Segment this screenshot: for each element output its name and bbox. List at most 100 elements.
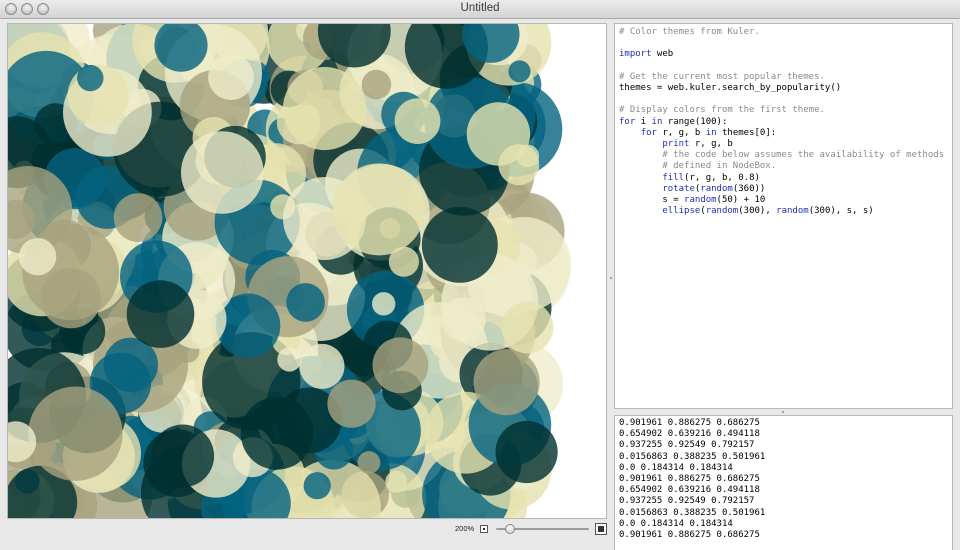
code-token: # the code below assumes the availabilit… <box>619 150 945 161</box>
code-token: r, g, b <box>656 127 706 138</box>
output-line: 0.901961 0.886275 0.686275 <box>619 474 760 484</box>
ellipse-shape <box>299 343 345 389</box>
code-token: (300), <box>738 206 777 217</box>
ellipse-shape <box>126 280 195 348</box>
code-token: random <box>705 206 739 217</box>
code-line: # Display colors from the first theme. <box>619 105 825 116</box>
ellipse-shape <box>286 283 325 322</box>
ellipse-shape <box>385 470 408 493</box>
output-line: 0.901961 0.886275 0.686275 <box>619 418 760 428</box>
ellipse-shape <box>357 451 381 474</box>
ellipse-artwork <box>8 24 572 518</box>
code-token: for <box>640 127 657 138</box>
code-token: in <box>705 127 717 138</box>
code-token: ellipse <box>662 206 701 217</box>
code-token: # Display colors from the first theme. <box>619 105 825 116</box>
output-line: 0.654902 0.639216 0.494118 <box>619 429 760 440</box>
output-line: 0.937255 0.92549 0.792157 <box>619 496 755 507</box>
code-token: fill <box>662 172 685 183</box>
code-line: for i in range(100): <box>619 117 727 128</box>
output-line: 0.654902 0.639216 0.494118 <box>619 485 760 496</box>
window-title: Untitled <box>460 2 500 14</box>
title-bar: Untitled <box>0 0 960 19</box>
zoom-slider-knob[interactable] <box>504 524 515 534</box>
code-token: # defined in NodeBox. <box>619 161 777 172</box>
code-line: print r, g, b <box>619 139 733 150</box>
code-line: import web <box>619 49 673 60</box>
output-line: 0.901961 0.886275 0.686275 <box>619 530 760 540</box>
zoom-bar: 200% <box>7 522 607 538</box>
code-line: ellipse(random(300), random(300), s, s) <box>619 206 874 217</box>
code-line: # Color themes from Kuler. <box>619 27 760 38</box>
code-line: # defined in NodeBox. <box>619 161 776 172</box>
ellipse-shape <box>508 60 531 83</box>
ellipse-shape <box>473 349 540 416</box>
ellipse-shape <box>277 347 302 372</box>
code-token: (r, g, b, 0.8) <box>684 172 760 183</box>
canvas-view[interactable] <box>7 23 607 519</box>
ellipse-shape <box>28 386 123 481</box>
ellipse-shape <box>77 64 104 92</box>
zoom-level-label: 200% <box>455 524 475 533</box>
code-token: themes = web.kuler.search_by_popularity(… <box>619 83 842 93</box>
ellipse-shape <box>372 292 396 316</box>
output-line: 0.0 0.184314 0.184314 <box>619 518 733 529</box>
code-token: themes[0]: <box>716 127 777 138</box>
code-token: (50) + 10 <box>716 195 766 205</box>
output-line: 0.0 0.184314 0.184314 <box>619 462 733 473</box>
ellipse-shape <box>361 69 392 100</box>
code-token: # Get the current most popular themes. <box>619 71 825 82</box>
code-token: random <box>700 183 733 194</box>
ellipse-shape <box>327 379 376 428</box>
code-token: print <box>662 139 690 149</box>
ellipse-shape <box>18 238 57 276</box>
ellipse-shape <box>421 206 498 283</box>
code-editor[interactable]: # Color themes from Kuler. import web # Ge… <box>614 23 953 409</box>
zoom-in-icon[interactable] <box>595 523 607 535</box>
code-token: s = <box>619 195 685 205</box>
code-line: s = random(50) + 10 <box>619 195 765 206</box>
ellipse-shape <box>441 297 486 342</box>
ellipse-shape <box>283 66 367 151</box>
ellipse-shape <box>208 54 254 100</box>
code-token: (360)) <box>732 183 766 194</box>
ellipse-shape <box>303 472 331 500</box>
code-token: (300), s, s) <box>808 206 874 217</box>
ellipse-shape <box>466 102 531 166</box>
code-token: # Color themes from Kuler. <box>619 27 760 37</box>
ellipse-shape <box>495 420 558 484</box>
code-line: themes = web.kuler.search_by_popularity(… <box>619 83 841 94</box>
ellipse-shape <box>501 301 554 354</box>
code-line: fill(r, g, b, 0.8) <box>619 173 760 184</box>
ellipse-shape <box>181 131 264 214</box>
code-token: random <box>684 195 717 205</box>
output-line: 0.937255 0.92549 0.792157 <box>619 440 755 451</box>
ellipse-shape <box>394 98 441 144</box>
code-token: i <box>635 116 652 127</box>
ellipse-shape <box>113 193 163 242</box>
code-line: # the code below assumes the availabilit… <box>619 150 944 161</box>
code-token: range(100): <box>662 116 728 127</box>
code-token: for <box>619 116 636 127</box>
code-line: # Get the current most popular themes. <box>619 72 825 83</box>
code-line: for r, g, b in themes[0]: <box>619 127 777 139</box>
output-line: 0.0156863 0.388235 0.501961 <box>619 451 766 462</box>
code-token: rotate <box>662 183 695 194</box>
output-console[interactable]: 0.901961 0.886275 0.686275 0.654902 0.639… <box>614 415 953 550</box>
code-token: web <box>651 49 674 60</box>
ellipse-shape <box>372 337 429 394</box>
code-token: in <box>651 116 663 127</box>
code-line: rotate(random(360)) <box>619 184 765 195</box>
code-token: r, g, b <box>689 139 733 149</box>
ellipse-shape <box>151 424 215 488</box>
code-token: import <box>619 49 652 60</box>
output-line: 0.0156863 0.388235 0.501961 <box>619 507 766 518</box>
ellipse-shape <box>333 163 425 256</box>
code-token: random <box>776 206 809 217</box>
zoom-out-icon[interactable] <box>480 525 488 533</box>
